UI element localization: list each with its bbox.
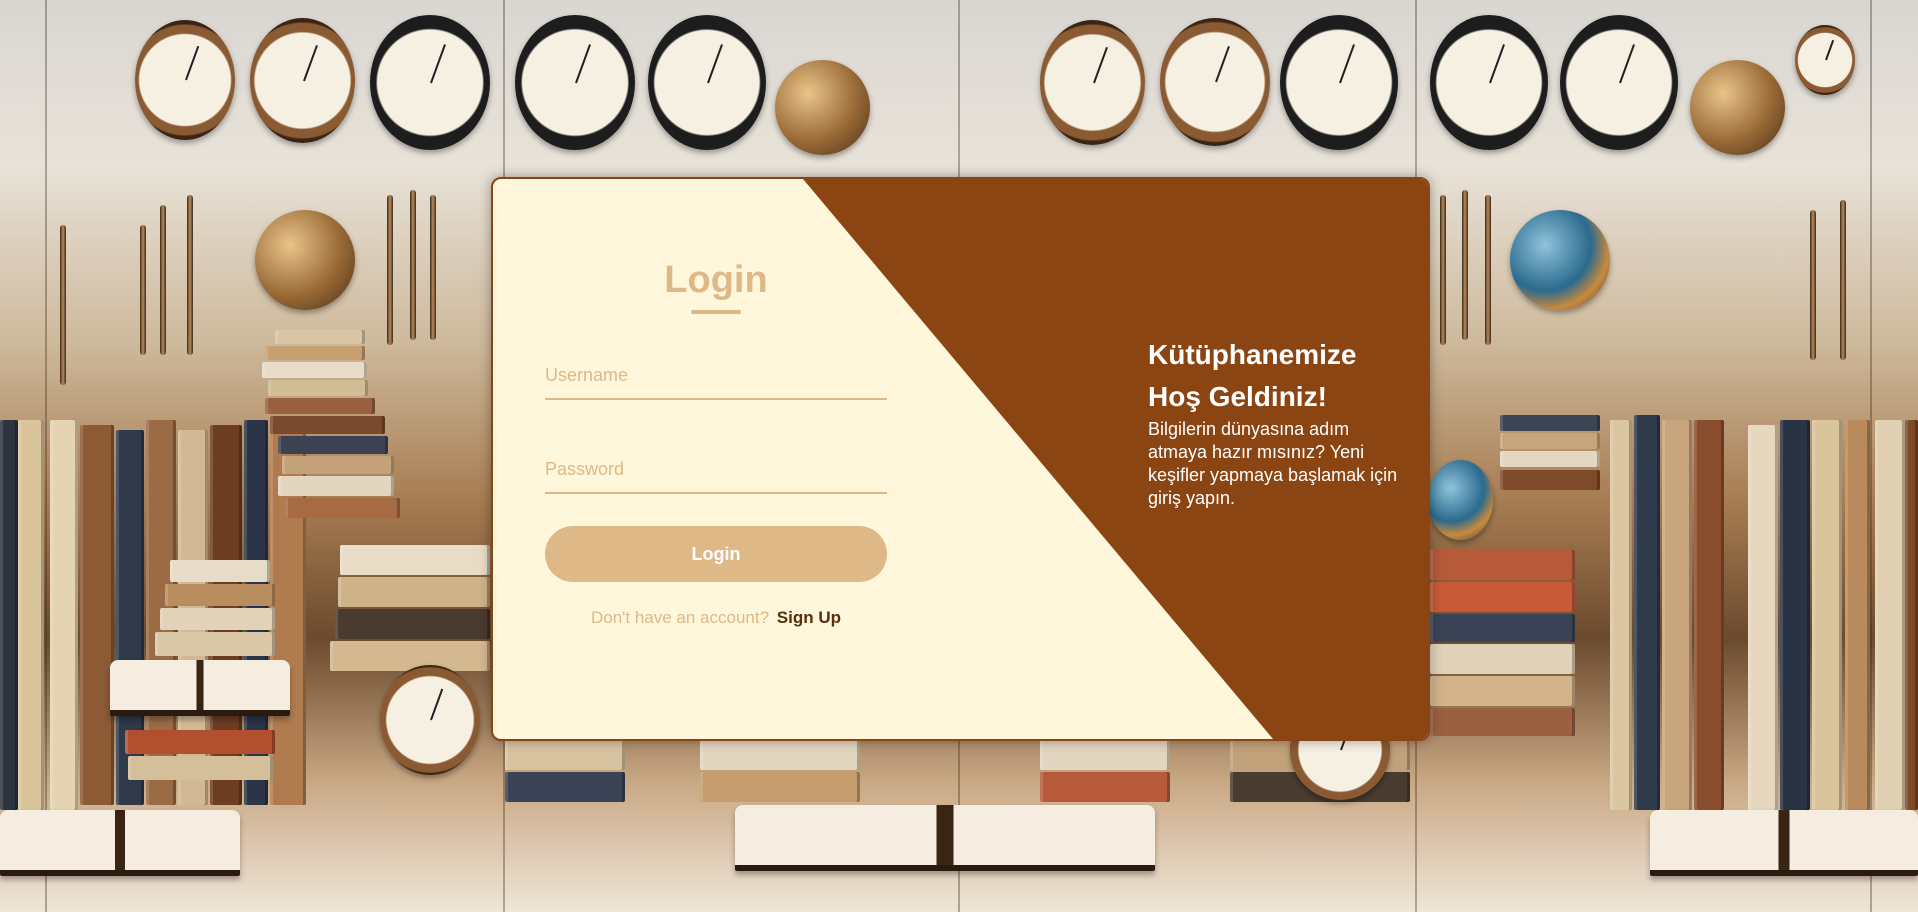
book-icon: [80, 425, 114, 805]
signup-prompt-text: Don't have an account?: [590, 608, 770, 627]
title-underline: [691, 310, 741, 314]
book-icon: [1662, 420, 1692, 810]
book-icon: [700, 772, 860, 802]
book-icon: [1500, 433, 1600, 449]
alarm-clock-icon: [1795, 25, 1855, 95]
book-icon: [1500, 470, 1600, 490]
book-icon: [125, 730, 275, 754]
book-icon: [265, 398, 375, 414]
pencil-icon: [1440, 195, 1446, 345]
book-icon: [1812, 420, 1842, 810]
alarm-clock-icon: [135, 20, 235, 140]
book-icon: [340, 545, 490, 575]
pencil-icon: [387, 195, 393, 345]
welcome-text: Bilgilerin dünyasına adım atmaya hazır m…: [1148, 419, 1398, 508]
book-icon: [282, 456, 394, 474]
pencil-icon: [187, 195, 193, 355]
login-form: Login Login Don't have an account? Sign …: [545, 259, 887, 628]
alarm-clock-icon: [1280, 15, 1398, 150]
book-icon: [1040, 740, 1170, 770]
open-book-icon: [110, 660, 290, 716]
book-icon: [1748, 425, 1778, 810]
book-icon: [50, 420, 78, 810]
book-icon: [262, 362, 367, 378]
book-icon: [268, 380, 368, 396]
pencil-icon: [140, 225, 146, 355]
book-icon: [1610, 420, 1632, 810]
book-icon: [1430, 614, 1575, 642]
username-input[interactable]: [545, 352, 887, 400]
book-icon: [0, 420, 18, 810]
book-icon: [1905, 420, 1918, 810]
book-icon: [128, 756, 273, 780]
book-icon: [275, 330, 365, 344]
open-book-icon: [0, 810, 240, 876]
globe-icon: [1428, 460, 1493, 540]
alarm-clock-icon: [1040, 20, 1145, 145]
pencil-icon: [430, 195, 436, 340]
book-icon: [1430, 708, 1575, 736]
alarm-clock-icon: [1430, 15, 1548, 150]
alarm-clock-icon: [380, 665, 480, 775]
book-icon: [170, 560, 270, 582]
book-icon: [335, 609, 490, 639]
alarm-clock-icon: [1160, 18, 1270, 146]
book-icon: [505, 740, 625, 770]
book-icon: [1634, 415, 1660, 810]
book-icon: [278, 436, 388, 454]
pencil-icon: [1840, 200, 1846, 360]
book-icon: [1430, 550, 1575, 580]
pencil-icon: [160, 205, 166, 355]
pencil-icon: [1485, 195, 1491, 345]
book-icon: [285, 498, 400, 518]
book-icon: [330, 641, 490, 671]
open-book-icon: [735, 805, 1155, 871]
pencil-icon: [60, 225, 66, 385]
book-icon: [1430, 644, 1575, 674]
book-icon: [1040, 772, 1170, 802]
book-icon: [18, 420, 44, 810]
login-card: Login Login Don't have an account? Sign …: [491, 177, 1430, 741]
signup-link[interactable]: Sign Up: [777, 608, 841, 627]
book-icon: [270, 416, 385, 434]
welcome-section: Kütüphanemize Hoş Geldiniz! Bilgilerin d…: [1148, 334, 1398, 510]
book-icon: [505, 772, 625, 802]
password-input[interactable]: [545, 446, 887, 494]
book-icon: [1500, 415, 1600, 431]
welcome-title: Kütüphanemize Hoş Geldiniz!: [1148, 339, 1357, 412]
book-icon: [1780, 420, 1810, 810]
book-icon: [700, 740, 860, 770]
alarm-clock-icon: [250, 18, 355, 143]
book-icon: [278, 476, 394, 496]
book-icon: [1430, 582, 1575, 612]
alarm-clock-icon: [370, 15, 490, 150]
book-icon: [1845, 420, 1870, 810]
book-icon: [155, 632, 275, 656]
pencil-icon: [410, 190, 416, 340]
login-title: Login: [664, 259, 768, 301]
globe-icon: [1690, 60, 1785, 155]
background-divider: [1870, 0, 1872, 912]
pencil-icon: [1462, 190, 1468, 340]
alarm-clock-icon: [648, 15, 766, 150]
pencil-icon: [1810, 210, 1816, 360]
globe-icon: [775, 60, 870, 155]
book-icon: [160, 608, 275, 630]
book-icon: [165, 584, 275, 606]
book-icon: [1875, 420, 1905, 810]
book-icon: [1500, 451, 1600, 467]
book-icon: [1694, 420, 1724, 810]
book-icon: [265, 346, 365, 360]
login-button[interactable]: Login: [545, 526, 887, 582]
book-icon: [1430, 676, 1575, 706]
alarm-clock-icon: [515, 15, 635, 150]
book-icon: [338, 577, 490, 607]
background-divider: [45, 0, 47, 912]
globe-icon: [255, 210, 355, 310]
globe-icon: [1510, 210, 1610, 310]
alarm-clock-icon: [1560, 15, 1678, 150]
open-book-icon: [1650, 810, 1918, 876]
signup-prompt-line: Don't have an account? Sign Up: [591, 608, 841, 628]
